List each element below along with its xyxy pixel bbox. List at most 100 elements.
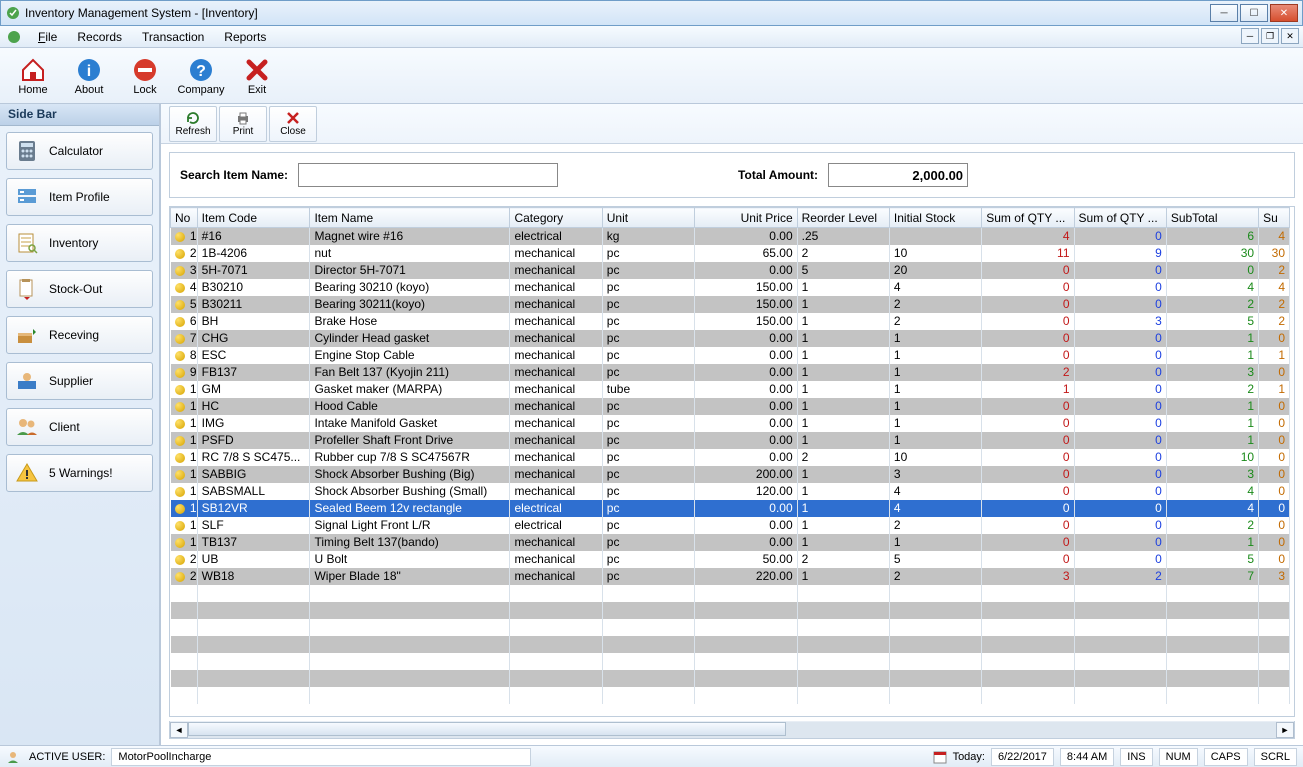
table-row[interactable]: 1...HCHood Cablemechanicalpc0.00110010 (171, 398, 1290, 415)
menu-transaction[interactable]: Transaction (132, 28, 214, 46)
table-row[interactable]: 2...WB18Wiper Blade 18"mechanicalpc220.0… (171, 568, 1290, 585)
sidebar-item-supplier[interactable]: Supplier (6, 362, 153, 400)
horizontal-scrollbar[interactable]: ◄ ► (169, 721, 1295, 739)
cell-initial: 3 (889, 466, 981, 483)
column-header[interactable]: Unit Price (695, 208, 798, 228)
table-row[interactable]: 8ESCEngine Stop Cablemechanicalpc0.00110… (171, 347, 1290, 364)
table-row[interactable]: 35H-7071Director 5H-7071mechanicalpc0.00… (171, 262, 1290, 279)
cell-su: 3 (1259, 568, 1290, 585)
table-row[interactable]: 1...PSFDProfeller Shaft Front Drivemecha… (171, 432, 1290, 449)
lock-button[interactable]: Lock (118, 50, 172, 102)
menu-records[interactable]: Records (67, 28, 132, 46)
cell-unit: pc (602, 279, 694, 296)
cell-subtotal: 2 (1166, 296, 1258, 313)
total-amount-field[interactable] (828, 163, 968, 187)
table-row[interactable]: 9FB137Fan Belt 137 (Kyojin 211)mechanica… (171, 364, 1290, 381)
cell-sumin: 0 (1074, 449, 1166, 466)
row-bullet-icon (175, 470, 185, 480)
table-row[interactable]: 5B30211Bearing 30211(koyo)mechanicalpc15… (171, 296, 1290, 313)
table-row[interactable]: 7CHGCylinder Head gasketmechanicalpc0.00… (171, 330, 1290, 347)
sidebar-item-warnings[interactable]: 5 Warnings! (6, 454, 153, 492)
search-input[interactable] (298, 163, 558, 187)
window-minimize-button[interactable]: ─ (1210, 4, 1238, 22)
cell-cat: mechanical (510, 279, 602, 296)
table-row[interactable]: 4B30210Bearing 30210 (koyo)mechanicalpc1… (171, 279, 1290, 296)
cell-name: Brake Hose (310, 313, 510, 330)
window-maximize-button[interactable]: ☐ (1240, 4, 1268, 22)
cell-subtotal: 4 (1166, 500, 1258, 517)
inventory-table-wrap[interactable]: NoItem CodeItem NameCategoryUnitUnit Pri… (169, 206, 1295, 717)
sidebar-item-receiving[interactable]: Receving (6, 316, 153, 354)
cell-unit: pc (602, 313, 694, 330)
cell-sumout: 0 (982, 330, 1074, 347)
menu-reports[interactable]: Reports (214, 28, 276, 46)
cell-unit: kg (602, 228, 694, 245)
sidebar-item-item-profile[interactable]: Item Profile (6, 178, 153, 216)
about-button[interactable]: i About (62, 50, 116, 102)
table-row[interactable]: 1...RC 7/8 S SC475...Rubber cup 7/8 S SC… (171, 449, 1290, 466)
scroll-left-button[interactable]: ◄ (170, 722, 188, 738)
scroll-right-button[interactable]: ► (1276, 722, 1294, 738)
sidebar-item-stock-out[interactable]: Stock-Out (6, 270, 153, 308)
table-row[interactable]: 1...SLFSignal Light Front L/Relectricalp… (171, 517, 1290, 534)
mdi-restore-button[interactable]: ❐ (1261, 28, 1279, 44)
cell-cat: mechanical (510, 330, 602, 347)
cell-cat: mechanical (510, 398, 602, 415)
table-row[interactable]: 1...TB137Timing Belt 137(bando)mechanica… (171, 534, 1290, 551)
cell-no: 1... (171, 500, 198, 517)
column-header[interactable]: Initial Stock (889, 208, 981, 228)
table-row[interactable]: 1...GMGasket maker (MARPA)mechanicaltube… (171, 381, 1290, 398)
cell-cat: mechanical (510, 381, 602, 398)
company-button[interactable]: ? Company (174, 50, 228, 102)
table-row[interactable]: 2...UBU Boltmechanicalpc50.00250050 (171, 551, 1290, 568)
row-bullet-icon (175, 555, 185, 565)
cell-price: 0.00 (695, 517, 798, 534)
column-header[interactable]: Su (1259, 208, 1290, 228)
cell-unit: pc (602, 449, 694, 466)
mdi-close-button[interactable]: ✕ (1281, 28, 1299, 44)
refresh-button[interactable]: Refresh (169, 106, 217, 142)
cell-su: 4 (1259, 279, 1290, 296)
column-header[interactable]: Unit (602, 208, 694, 228)
column-header[interactable]: Item Name (310, 208, 510, 228)
column-header[interactable]: Reorder Level (797, 208, 889, 228)
cell-sumout: 3 (982, 568, 1074, 585)
column-header[interactable]: Category (510, 208, 602, 228)
row-bullet-icon (175, 436, 185, 446)
cell-sumout: 0 (982, 262, 1074, 279)
cell-code: ESC (197, 347, 310, 364)
column-header[interactable]: SubTotal (1166, 208, 1258, 228)
table-header-row[interactable]: NoItem CodeItem NameCategoryUnitUnit Pri… (171, 208, 1290, 228)
cell-unit: pc (602, 415, 694, 432)
table-row[interactable]: 1...SABBIGShock Absorber Bushing (Big)me… (171, 466, 1290, 483)
cell-sumout: 4 (982, 228, 1074, 245)
table-row[interactable]: 1...SABSMALLShock Absorber Bushing (Smal… (171, 483, 1290, 500)
cell-reorder: 1 (797, 500, 889, 517)
column-header[interactable]: No (171, 208, 198, 228)
cell-name: Cylinder Head gasket (310, 330, 510, 347)
table-row[interactable]: 6BHBrake Hosemechanicalpc150.00120352 (171, 313, 1290, 330)
scroll-track[interactable] (188, 722, 1276, 738)
column-header[interactable]: Sum of QTY ... (1074, 208, 1166, 228)
sidebar-item-client[interactable]: Client (6, 408, 153, 446)
cell-sumout: 0 (982, 415, 1074, 432)
table-row[interactable]: 1...SB12VRSealed Beem 12v rectangleelect… (171, 500, 1290, 517)
home-button[interactable]: Home (6, 50, 60, 102)
exit-button[interactable]: Exit (230, 50, 284, 102)
cell-initial: 1 (889, 398, 981, 415)
cell-code: PSFD (197, 432, 310, 449)
menu-file[interactable]: File (28, 28, 67, 46)
table-row[interactable]: 1#16Magnet wire #16electricalkg0.00.2540… (171, 228, 1290, 245)
print-button[interactable]: Print (219, 106, 267, 142)
column-header[interactable]: Sum of QTY ... (982, 208, 1074, 228)
mdi-minimize-button[interactable]: ─ (1241, 28, 1259, 44)
table-row[interactable]: 1...IMGIntake Manifold Gasketmechanicalp… (171, 415, 1290, 432)
sidebar-item-calculator[interactable]: Calculator (6, 132, 153, 170)
window-close-button[interactable]: ✕ (1270, 4, 1298, 22)
table-row[interactable]: 21B-4206nutmechanicalpc65.002101193030 (171, 245, 1290, 262)
row-bullet-icon (175, 368, 185, 378)
scroll-thumb[interactable] (188, 722, 786, 736)
close-button[interactable]: Close (269, 106, 317, 142)
column-header[interactable]: Item Code (197, 208, 310, 228)
sidebar-item-inventory[interactable]: Inventory (6, 224, 153, 262)
